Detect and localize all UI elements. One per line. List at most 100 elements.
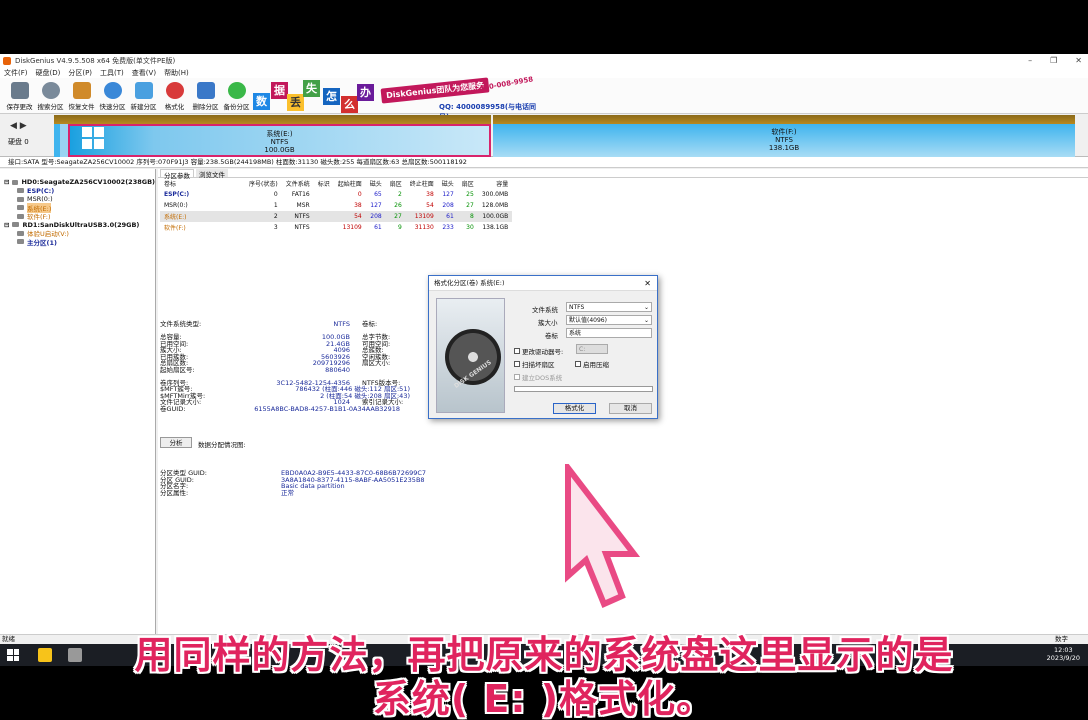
recover-files-button[interactable]: 恢复文件	[66, 78, 97, 114]
pointer-arrow-icon	[565, 464, 641, 608]
ad-banner[interactable]: 数 据 丢 失 怎 么 办 DiskGenius团队为您服务 400-008-9…	[253, 75, 543, 121]
banner-tile: 丢	[287, 94, 304, 111]
cell: FAT16	[291, 191, 310, 198]
scan-bad-sectors-checkbox[interactable]: 扫描坏扇区	[514, 359, 555, 369]
disk-map: ◀ ▶ 硬盘 0 系统(E:) NTFS 100.0GB 软件(F:) NTFS…	[0, 115, 1088, 157]
toolbar: 保存更改 搜索分区 恢复文件 快速分区 新建分区 格式化 删除分区 备份分区	[0, 78, 1088, 114]
format-button[interactable]: 格式化	[159, 78, 190, 114]
backup-partition-button[interactable]: 备份分区	[221, 78, 252, 114]
menu-tools[interactable]: 工具(T)	[100, 68, 124, 78]
close-icon[interactable]: ✕	[1075, 56, 1082, 65]
delete-icon	[196, 82, 215, 99]
partition-name: 软件(F:)	[771, 128, 797, 136]
table-header: 卷标 序号(状态) 文件系统 标识 起始柱面 磁头 扇区 终止柱面 磁头 扇区 …	[160, 178, 512, 189]
save-changes-button[interactable]: 保存更改	[4, 78, 35, 114]
cell: 61	[374, 224, 382, 231]
menu-file[interactable]: 文件(F)	[4, 68, 28, 78]
menu-disk[interactable]: 硬盘(D)	[36, 68, 61, 78]
tree-item-primary[interactable]: 主分区(1)	[4, 238, 155, 247]
drive-letter-select[interactable]: C:	[576, 344, 608, 354]
desktop-screen: DiskGenius V4.9.5.508 x64 免费版(单文件PE版) – …	[0, 54, 1088, 666]
partition-size: 100.0GB	[264, 146, 295, 154]
partition-icon	[17, 239, 24, 245]
cell: 25	[466, 191, 474, 198]
banner-tile: 办	[357, 84, 374, 101]
checkbox-box	[575, 361, 581, 367]
menu-bar: 文件(F) 硬盘(D) 分区(P) 工具(T) 查看(V) 帮助(H)	[0, 67, 1088, 78]
search-partition-button[interactable]: 搜索分区	[35, 78, 66, 114]
cancel-button[interactable]: 取消	[609, 403, 652, 414]
cell: 1	[273, 202, 278, 209]
cluster-label: 簇大小	[538, 319, 558, 327]
window-controls: – ❐ ✕	[1028, 54, 1082, 67]
checkbox-box	[514, 348, 520, 354]
cell: 127	[442, 191, 454, 198]
enable-compression-checkbox[interactable]: 启用压缩	[575, 359, 609, 369]
fs-select[interactable]: NTFS ⌄	[566, 302, 652, 312]
quick-partition-button[interactable]: 快速分区	[97, 78, 128, 114]
cell: 233	[442, 224, 454, 231]
cell: 13109	[342, 224, 362, 231]
disk-info-bar: 接口:SATA 型号:SeagateZA256CV10002 序列号:070F9…	[0, 157, 1088, 168]
col-header: 标识	[317, 181, 330, 188]
new-partition-button[interactable]: 新建分区	[128, 78, 159, 114]
title-bar: DiskGenius V4.9.5.508 x64 免费版(单文件PE版) – …	[0, 54, 1088, 67]
create-dos-checkbox[interactable]: 建立DOS系统	[514, 372, 562, 382]
menu-view[interactable]: 查看(V)	[132, 68, 156, 78]
cell: MSR	[296, 202, 310, 209]
partition-body	[60, 124, 68, 157]
close-icon[interactable]: ✕	[644, 276, 651, 291]
col-header: 卷标	[164, 181, 177, 188]
banner-slogan: DiskGenius团队为您服务	[380, 77, 490, 104]
checkbox-box	[514, 374, 520, 380]
restore-icon[interactable]: ❐	[1050, 56, 1057, 65]
cell: 138.1GB	[482, 224, 509, 231]
partition-band	[68, 115, 491, 124]
volume-label: 卷标	[545, 332, 558, 340]
cell: 26	[394, 202, 402, 209]
delete-partition-button[interactable]: 删除分区	[190, 78, 221, 114]
disk-nav-arrows[interactable]: ◀ ▶	[10, 121, 27, 131]
partition-block-system[interactable]: 系统(E:) NTFS 100.0GB	[68, 115, 491, 157]
partition-icon	[17, 205, 24, 211]
volume-input[interactable]: 系统	[566, 328, 652, 338]
cell: 27	[385, 211, 406, 222]
col-header: 容量	[496, 181, 509, 188]
tree-item-hd0[interactable]: ⊟ HD0:SeagateZA256CV10002(238GB)	[4, 178, 155, 187]
table-row[interactable]: MSR(0:) 1 MSR 38 127 26 54 208 27 128.0M…	[160, 200, 512, 211]
tree-item-software[interactable]: 软件(F:)	[4, 212, 155, 221]
usb-disk-icon	[12, 222, 20, 228]
table-row[interactable]: 软件(F:) 3 NTFS 13109 61 9 31130 233 30 13…	[160, 222, 512, 233]
cell: 30	[466, 224, 474, 231]
table-row[interactable]: ESP(C:) 0 FAT16 0 65 2 38 127 25 300.0MB	[160, 189, 512, 200]
format-confirm-button[interactable]: 格式化	[553, 403, 596, 414]
change-drive-checkbox[interactable]: 更改驱动器号:	[514, 346, 563, 356]
format-icon	[165, 82, 184, 99]
analyze-button[interactable]: 分析	[160, 437, 192, 448]
partition-icon	[17, 230, 24, 236]
cell: NTFS	[294, 224, 310, 231]
chevron-down-icon: ⌄	[643, 304, 649, 311]
recover-icon	[72, 82, 91, 99]
prop-row: 分区属性: 正常	[160, 488, 294, 497]
cell: 27	[466, 202, 474, 209]
minimize-icon[interactable]: –	[1028, 56, 1032, 65]
partition-block-software[interactable]: 软件(F:) NTFS 138.1GB	[493, 115, 1075, 157]
col-header: 磁头	[441, 181, 454, 188]
partition-body: 系统(E:) NTFS 100.0GB	[68, 124, 491, 157]
format-progress-bar	[514, 386, 653, 392]
partition-block-msr[interactable]	[60, 115, 68, 157]
partition-icon	[17, 188, 24, 194]
menu-partition[interactable]: 分区(P)	[68, 68, 92, 78]
tree-item-esp[interactable]: ESP(C:)	[4, 187, 155, 196]
partition-guids: 分区类型 GUID: EBD0A0A2-B9E5-4433-87C0-68B6B7…	[160, 470, 560, 496]
cell: 31130	[414, 224, 434, 231]
tab-partition-params[interactable]: 分区参数	[160, 169, 194, 180]
table-row[interactable]: 系统(E:) 2 NTFS 54 208 27 13109 61 8 100.0…	[160, 211, 513, 222]
expand-icon[interactable]: ⊟	[4, 178, 9, 186]
cell: 8	[457, 211, 478, 222]
cluster-select[interactable]: 默认值(4096) ⌄	[566, 315, 652, 325]
expand-icon[interactable]: ⊟	[4, 221, 9, 229]
menu-help[interactable]: 帮助(H)	[164, 68, 189, 78]
tab-browse-files[interactable]: 浏览文件	[196, 169, 228, 179]
